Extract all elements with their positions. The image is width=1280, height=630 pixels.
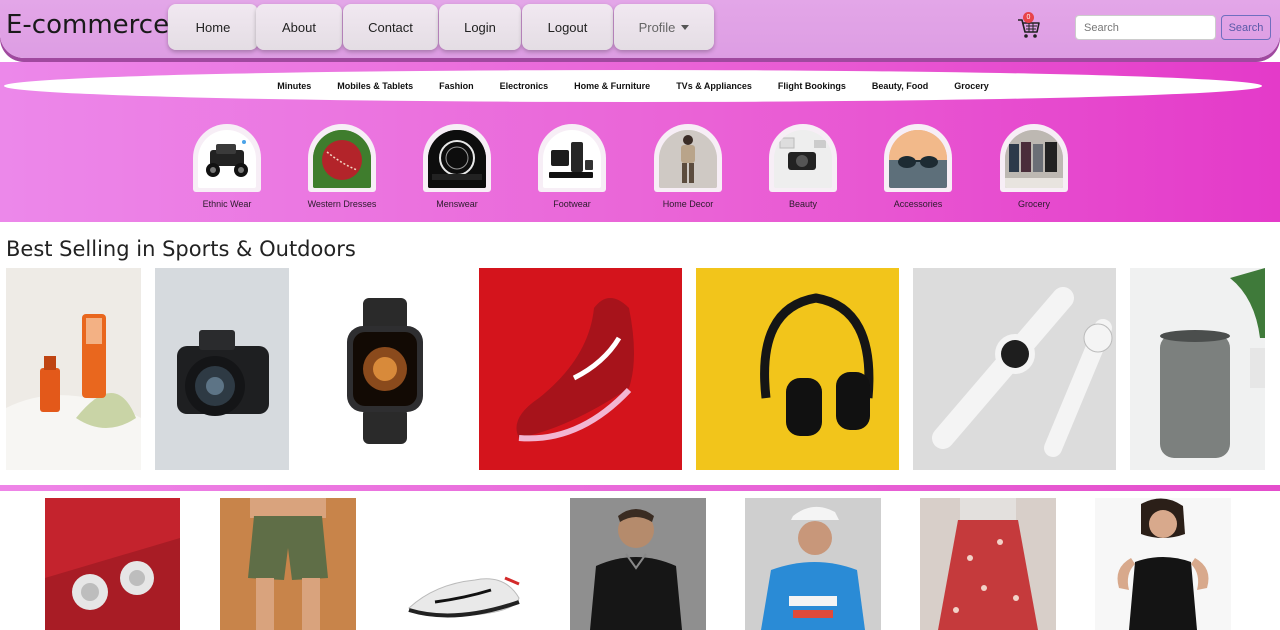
category-beauty-food[interactable]: Beauty, Food <box>872 81 928 91</box>
circle-category-western-dresses[interactable]: Western Dresses <box>287 124 397 209</box>
search-input[interactable] <box>1075 15 1216 40</box>
circle-category-accessories[interactable]: Accessories <box>863 124 973 209</box>
product-earrings[interactable] <box>45 498 180 630</box>
product-skincare-bottles[interactable] <box>6 268 141 470</box>
profile-dropdown[interactable]: Profile <box>614 4 714 50</box>
product-green-shorts[interactable] <box>220 498 356 630</box>
section-divider <box>0 485 1280 491</box>
circle-category-label: Footwear <box>553 199 591 209</box>
smart-speaker-image <box>1130 268 1265 470</box>
product-floral-skirt[interactable] <box>920 498 1056 630</box>
circle-category-label: Home Decor <box>662 199 714 209</box>
circle-category-label: Menswear <box>436 199 478 209</box>
product-polo-shirt[interactable] <box>570 498 706 630</box>
running-shoe-image <box>395 498 531 630</box>
red-sneaker-image <box>479 268 682 470</box>
camera-gear-icon <box>774 130 832 188</box>
category-grocery[interactable]: Grocery <box>954 81 989 91</box>
section-title: Best Selling in Sports & Outdoors <box>6 237 356 261</box>
skincare-bottles-image <box>6 268 141 470</box>
category-fashion[interactable]: Fashion <box>439 81 474 91</box>
circle-category-label: Western Dresses <box>307 199 377 209</box>
white-watch-image <box>913 268 1116 470</box>
category-tvs-appliances[interactable]: TVs & Appliances <box>676 81 752 91</box>
product-headphones[interactable] <box>696 268 899 470</box>
product-cricket-jersey[interactable] <box>745 498 881 630</box>
circle-category-label: Beauty <box>788 199 818 209</box>
circle-category-label: Grocery <box>1017 199 1050 209</box>
category-bar: Minutes Mobiles & Tablets Fashion Electr… <box>4 70 1262 102</box>
search-button[interactable]: Search <box>1221 15 1271 40</box>
circle-category-home-decor[interactable]: Home Decor <box>633 124 743 209</box>
circle-category-ethnic-wear[interactable]: Ethnic Wear <box>172 124 282 209</box>
product-smartwatch[interactable] <box>303 268 466 470</box>
black-top-image <box>1095 498 1231 630</box>
circle-category-menswear[interactable]: Menswear <box>402 124 512 209</box>
category-mobiles-tablets[interactable]: Mobiles & Tablets <box>337 81 413 91</box>
cart-count-badge: 0 <box>1023 12 1034 23</box>
product-white-watch[interactable] <box>913 268 1116 470</box>
nav-about[interactable]: About <box>256 4 342 50</box>
green-shorts-image <box>220 498 356 630</box>
earrings-image <box>45 498 180 630</box>
circle-category-beauty[interactable]: Beauty <box>748 124 858 209</box>
brand-logo[interactable]: E-commerce <box>6 10 169 40</box>
chevron-down-icon <box>681 25 690 30</box>
nav-login[interactable]: Login <box>439 4 521 50</box>
product-red-sneaker[interactable] <box>479 268 682 470</box>
product-black-top[interactable] <box>1095 498 1231 630</box>
dslr-camera-image <box>155 268 289 470</box>
circle-category-footwear[interactable]: Footwear <box>517 124 627 209</box>
cooktop-icon <box>428 130 486 188</box>
circle-category-label: Ethnic Wear <box>202 199 252 209</box>
floral-skirt-image <box>920 498 1056 630</box>
profile-label: Profile <box>638 19 676 35</box>
cricket-jersey-image <box>745 498 881 630</box>
product-running-shoe[interactable] <box>395 498 531 630</box>
clothing-store-icon <box>1005 130 1063 188</box>
category-electronics[interactable]: Electronics <box>500 81 549 91</box>
speaker-system-icon <box>549 142 593 178</box>
sunglasses-icon <box>889 130 947 188</box>
circle-category-label: Accessories <box>893 199 943 209</box>
category-home-furniture[interactable]: Home & Furniture <box>574 81 650 91</box>
smartwatch-image <box>303 268 466 470</box>
nav-contact[interactable]: Contact <box>343 4 438 50</box>
product-smart-speaker[interactable] <box>1130 268 1265 470</box>
headphones-image <box>696 268 899 470</box>
product-dslr-camera[interactable] <box>155 268 289 470</box>
circle-category-grocery[interactable]: Grocery <box>979 124 1089 209</box>
polo-shirt-image <box>570 498 706 630</box>
category-flight-bookings[interactable]: Flight Bookings <box>778 81 846 91</box>
nav-home[interactable]: Home <box>168 4 258 50</box>
nav-logout[interactable]: Logout <box>522 4 613 50</box>
category-minutes[interactable]: Minutes <box>277 81 311 91</box>
cricket-ball-icon <box>313 130 371 188</box>
fashion-model-icon <box>659 130 717 188</box>
rc-car-icon <box>206 140 248 177</box>
